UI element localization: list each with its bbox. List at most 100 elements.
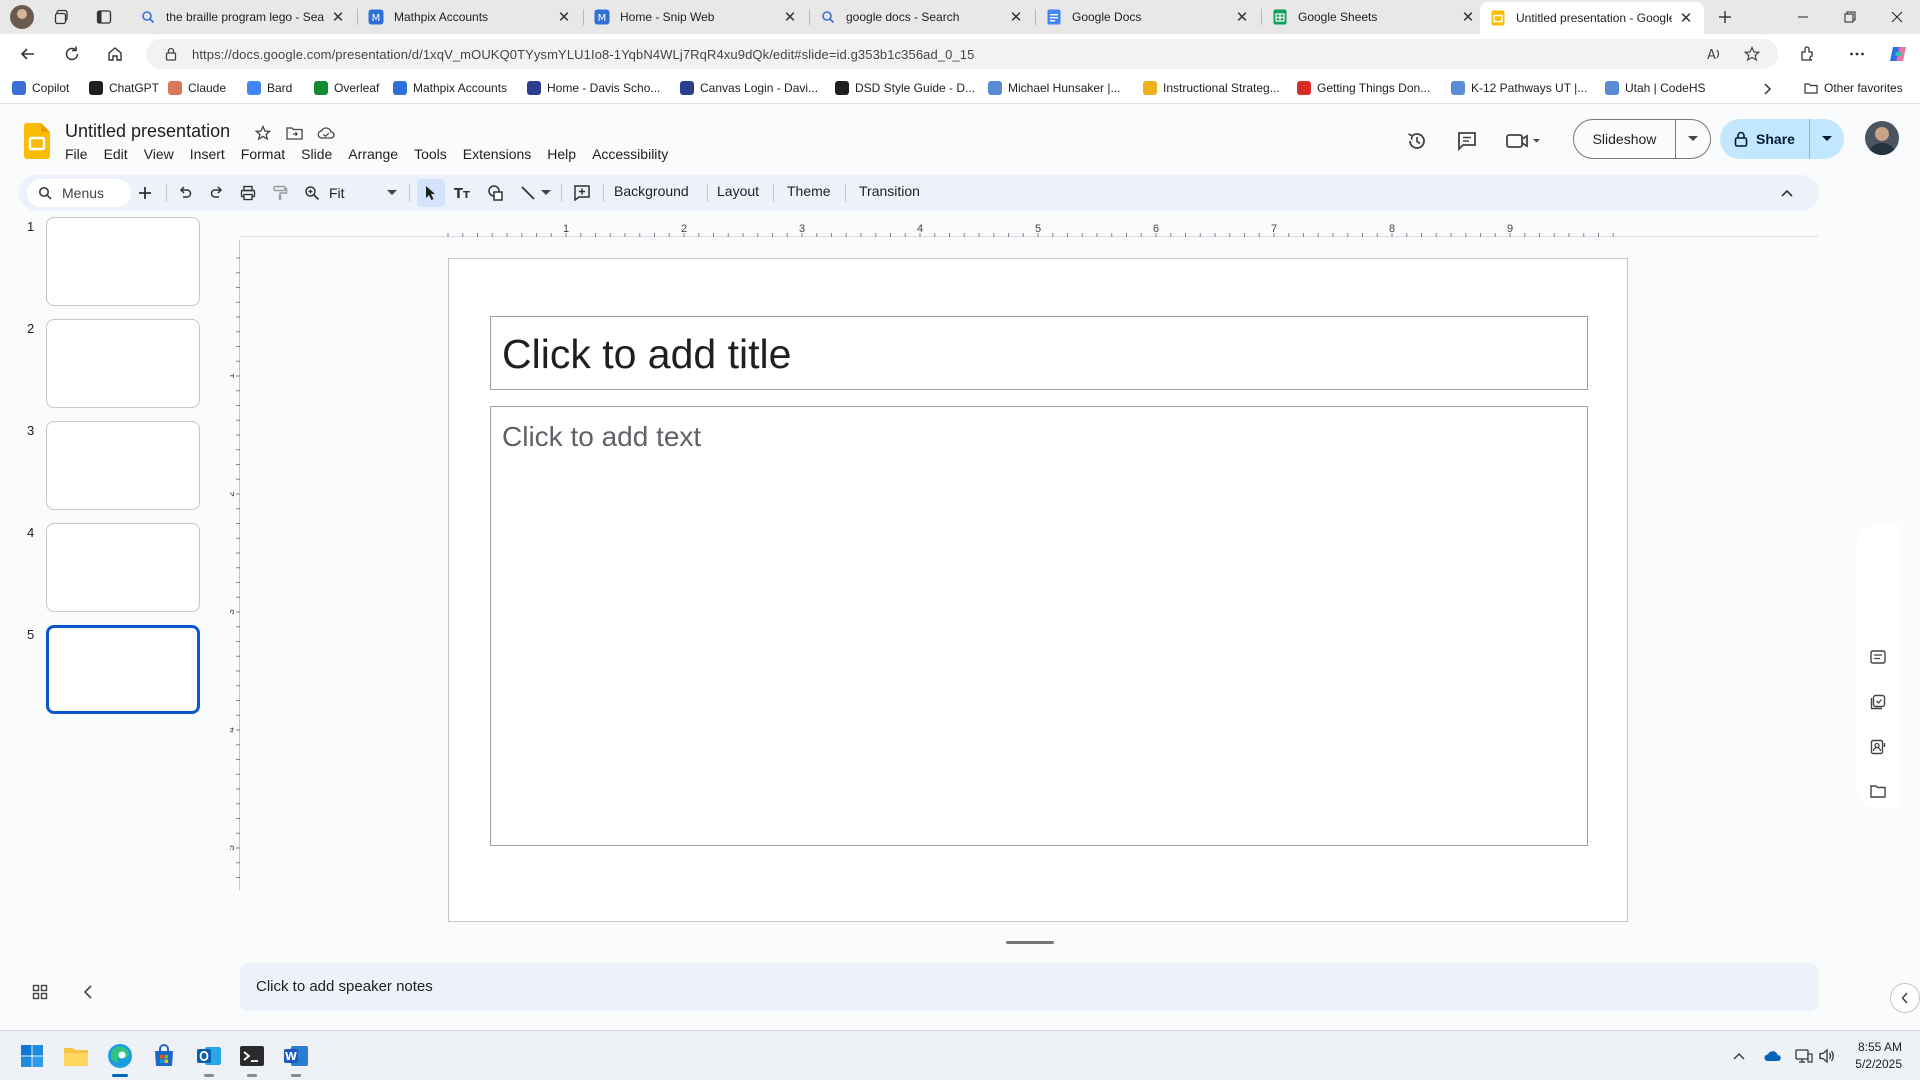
account-avatar[interactable] xyxy=(1865,121,1899,155)
body-placeholder[interactable]: Click to add text xyxy=(490,406,1588,846)
layout-button[interactable]: Layout xyxy=(717,183,759,199)
more-options-icon[interactable] xyxy=(1845,42,1869,66)
close-tab-icon[interactable]: ✕ xyxy=(556,9,572,26)
restore-window-icon[interactable] xyxy=(1827,0,1873,34)
close-tab-icon[interactable]: ✕ xyxy=(1008,9,1024,26)
theme-button[interactable]: Theme xyxy=(787,183,831,199)
browser-tab[interactable]: google docs - Search ✕ xyxy=(810,0,1034,34)
line-dropdown-icon[interactable] xyxy=(539,181,553,205)
share-button[interactable]: Share xyxy=(1720,119,1844,159)
favorite-star-icon[interactable] xyxy=(1744,46,1760,62)
menu-arrange[interactable]: Arrange xyxy=(340,144,406,164)
search-menus[interactable]: Menus xyxy=(27,179,131,207)
redo-icon[interactable] xyxy=(205,181,229,205)
add-comment-icon[interactable] xyxy=(570,181,594,205)
other-favorites[interactable]: Other favorites xyxy=(1804,81,1903,95)
menu-insert[interactable]: Insert xyxy=(182,144,233,164)
close-window-icon[interactable] xyxy=(1874,0,1920,34)
background-button[interactable]: Background xyxy=(614,183,689,199)
favorite-link[interactable]: K-12 Pathways UT |... xyxy=(1451,81,1587,95)
slide-thumbnail[interactable] xyxy=(46,625,200,714)
terminal-icon[interactable] xyxy=(239,1043,265,1069)
title-placeholder[interactable]: Click to add title xyxy=(490,316,1588,390)
speaker-notes[interactable]: Click to add speaker notes xyxy=(240,963,1818,1011)
favorite-link[interactable]: Claude xyxy=(168,81,226,95)
vertical-tabs-icon[interactable] xyxy=(92,5,116,29)
favorite-link[interactable]: Bard xyxy=(247,81,292,95)
zoom-icon[interactable] xyxy=(300,181,324,205)
outlook-icon[interactable] xyxy=(196,1043,222,1069)
menu-tools[interactable]: Tools xyxy=(406,144,455,164)
slides-logo-icon[interactable] xyxy=(24,123,50,159)
notes-resize-handle[interactable] xyxy=(1006,941,1054,944)
menu-file[interactable]: File xyxy=(57,144,96,164)
select-tool-icon[interactable] xyxy=(417,179,445,207)
close-tab-icon[interactable]: ✕ xyxy=(1460,9,1476,26)
browser-profile-avatar[interactable] xyxy=(10,5,34,29)
favorite-link[interactable]: DSD Style Guide - D... xyxy=(835,81,975,95)
read-aloud-icon[interactable]: A xyxy=(1706,46,1722,62)
word-icon[interactable]: W xyxy=(283,1043,309,1069)
close-tab-icon[interactable]: ✕ xyxy=(782,9,798,26)
extensions-icon[interactable] xyxy=(1795,42,1819,66)
star-icon[interactable] xyxy=(253,123,273,143)
meet-call-icon[interactable] xyxy=(1504,125,1544,157)
zoom-select[interactable]: Fit xyxy=(329,181,397,205)
browser-tab[interactable]: Google Docs ✕ xyxy=(1036,0,1260,34)
site-info-icon[interactable] xyxy=(164,47,178,61)
edge-browser-icon[interactable] xyxy=(107,1043,133,1069)
menu-help[interactable]: Help xyxy=(539,144,584,164)
favorite-link[interactable]: Overleaf xyxy=(314,81,379,95)
minimize-window-icon[interactable] xyxy=(1780,0,1826,34)
slide-thumbnail[interactable] xyxy=(46,523,200,612)
chevron-left-icon[interactable] xyxy=(76,980,100,1004)
text-box-icon[interactable]: TT xyxy=(451,181,475,205)
undo-icon[interactable] xyxy=(173,181,197,205)
chevron-right-icon[interactable] xyxy=(1755,77,1779,101)
shape-icon[interactable] xyxy=(484,181,508,205)
menu-edit[interactable]: Edit xyxy=(96,144,136,164)
back-icon[interactable] xyxy=(16,42,40,66)
onedrive-icon[interactable] xyxy=(1763,1047,1781,1065)
folder-icon[interactable] xyxy=(1866,779,1890,803)
browser-tab[interactable]: Google Sheets ✕ xyxy=(1262,0,1486,34)
refresh-icon[interactable] xyxy=(60,42,84,66)
favorite-link[interactable]: Mathpix Accounts xyxy=(393,81,507,95)
contacts-icon[interactable] xyxy=(1866,735,1890,759)
cloud-saved-icon[interactable] xyxy=(316,123,336,143)
close-tab-icon[interactable]: ✕ xyxy=(330,9,346,26)
favorite-link[interactable]: Utah | CodeHS xyxy=(1605,81,1706,95)
print-icon[interactable] xyxy=(236,181,260,205)
favorite-link[interactable]: Copilot xyxy=(12,81,69,95)
move-to-folder-icon[interactable] xyxy=(284,123,304,143)
tasks-icon[interactable] xyxy=(1866,690,1890,714)
collapse-toolbar-icon[interactable] xyxy=(1775,181,1799,205)
share-dropdown-icon[interactable] xyxy=(1810,136,1844,142)
document-title[interactable]: Untitled presentation xyxy=(65,121,230,142)
grid-view-icon[interactable] xyxy=(28,980,52,1004)
show-hidden-icons-icon[interactable] xyxy=(1730,1047,1748,1065)
menu-view[interactable]: View xyxy=(136,144,182,164)
slide-thumbnail[interactable] xyxy=(46,421,200,510)
slide-thumbnail[interactable] xyxy=(46,217,200,306)
slideshow-button[interactable]: Slideshow xyxy=(1573,119,1711,159)
browser-tab[interactable]: the braille program lego - Search ✕ xyxy=(130,0,356,34)
keep-icon[interactable] xyxy=(1866,645,1890,669)
volume-icon[interactable] xyxy=(1818,1047,1836,1065)
copilot-icon[interactable] xyxy=(1886,42,1910,66)
menu-extensions[interactable]: Extensions xyxy=(455,144,539,164)
close-tab-icon[interactable]: ✕ xyxy=(1678,10,1694,27)
favorite-link[interactable]: Michael Hunsaker |... xyxy=(988,81,1121,95)
favorite-link[interactable]: Home - Davis Scho... xyxy=(527,81,660,95)
home-icon[interactable] xyxy=(103,42,127,66)
workspaces-icon[interactable] xyxy=(50,5,74,29)
slideshow-dropdown-icon[interactable] xyxy=(1676,136,1710,142)
menu-accessibility[interactable]: Accessibility xyxy=(584,144,676,164)
microsoft-store-icon[interactable] xyxy=(151,1043,177,1069)
version-history-icon[interactable] xyxy=(1401,125,1433,157)
menu-slide[interactable]: Slide xyxy=(293,144,340,164)
address-bar[interactable]: https://docs.google.com/presentation/d/1… xyxy=(146,39,1778,69)
favorite-link[interactable]: Getting Things Don... xyxy=(1297,81,1430,95)
comments-icon[interactable] xyxy=(1451,125,1483,157)
system-clock[interactable]: 8:55 AM 5/2/2025 xyxy=(1855,1039,1902,1073)
